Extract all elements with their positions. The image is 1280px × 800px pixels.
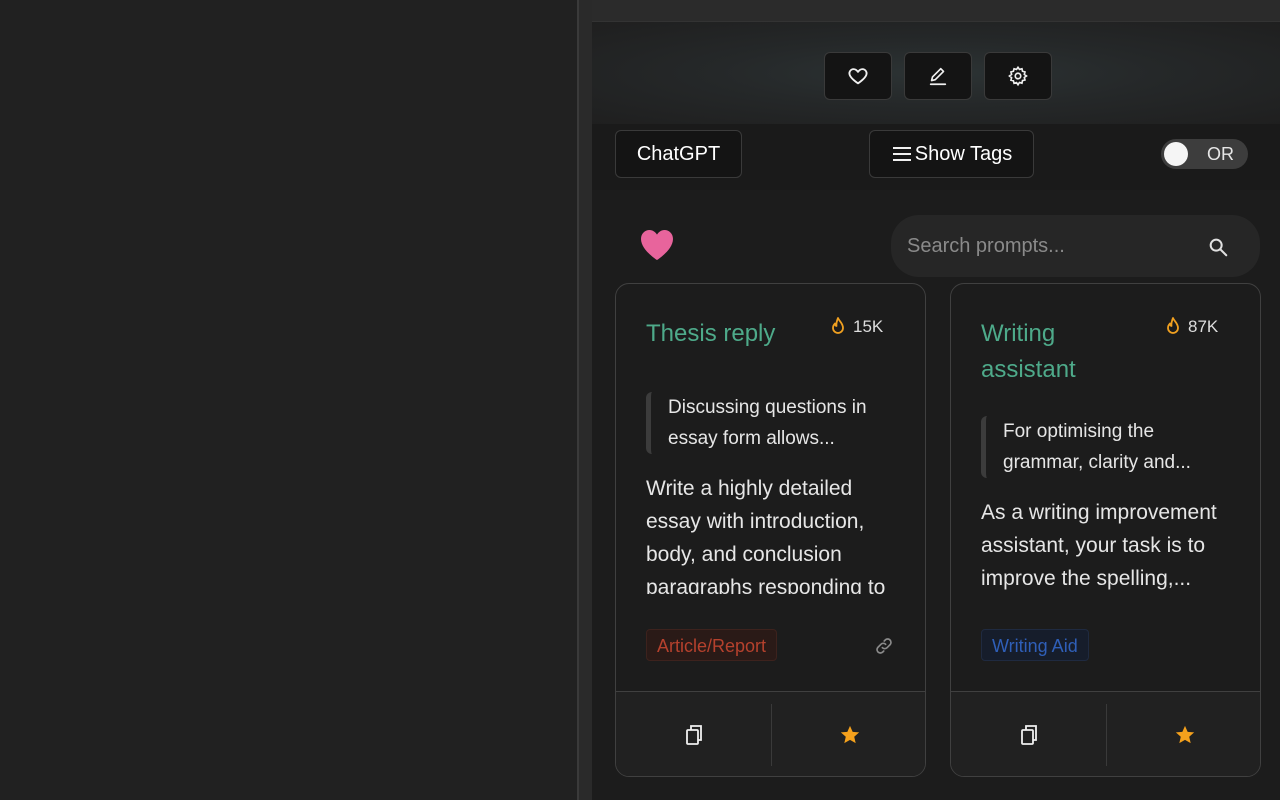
search-input[interactable] [907,231,1197,261]
view-count-value: 15K [853,317,884,336]
toggle-knob [1164,142,1188,166]
flame-icon [832,317,844,334]
card-description: For optimising the grammar, clarity and.… [981,416,1221,478]
favorites-button[interactable] [824,52,892,100]
flame-icon [1167,317,1179,334]
card-title[interactable]: Writing assistant [981,316,1151,388]
search-icon[interactable] [1207,236,1229,258]
link-icon[interactable] [874,636,894,656]
tag-badge[interactable]: Article/Report [646,629,778,661]
favorite-star-button[interactable] [772,692,925,776]
star-icon [840,725,859,744]
model-select-button[interactable]: ChatGPT [615,130,742,178]
card-description: Discussing questions in essay form allow… [646,392,886,454]
card-prompt-text: As a writing improvement assistant, your… [981,501,1217,590]
filter-toolbar: ChatGPT Show Tags OR [592,124,1280,190]
panel-top-bar [592,0,1280,22]
favorites-filter-heart-icon[interactable] [639,228,675,262]
card-prompt-text: Write a highly detailed essay with intro… [646,477,886,594]
prompt-card[interactable]: Thesis reply 15K Discussing questions in… [615,283,926,777]
search-bar [891,215,1260,277]
view-count-value: 87K [1188,317,1219,336]
toggle-label: OR [1207,144,1234,164]
prompt-card[interactable]: Writing assistant 87K For optimising the… [950,283,1261,777]
hero-banner [592,22,1280,124]
tag-badge[interactable]: Writing Aid [981,629,1089,661]
prompt-panel: ChatGPT Show Tags OR Thesis reply 15K Di… [592,0,1280,800]
star-icon [1175,725,1194,744]
copy-button[interactable] [951,692,1106,776]
edit-button[interactable] [904,52,972,100]
card-title[interactable]: Thesis reply [646,316,816,352]
favorite-star-button[interactable] [1107,692,1260,776]
pencil-icon [929,67,947,86]
copy-icon [1020,725,1037,745]
card-footer [616,691,925,776]
view-count: 87K [1164,317,1218,337]
show-tags-label: Show Tags [914,142,1013,165]
show-tags-button[interactable]: Show Tags [869,130,1034,178]
chat-area [0,0,577,800]
copy-button[interactable] [616,692,771,776]
panel-divider[interactable] [577,0,592,800]
settings-button[interactable] [984,52,1052,100]
or-toggle[interactable]: OR [1161,139,1248,169]
heart-outline-icon [848,68,868,85]
menu-icon [892,147,911,161]
copy-icon [685,725,702,745]
card-footer [951,691,1260,776]
view-count: 15K [829,317,883,337]
gear-icon [1008,65,1028,87]
